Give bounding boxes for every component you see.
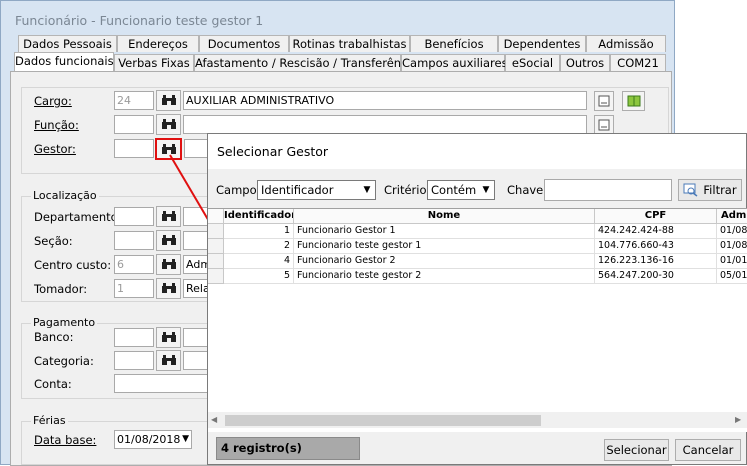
scroll-left-icon[interactable]: ◀ [211, 415, 217, 424]
chave-input[interactable] [544, 179, 672, 201]
selecionar-gestor-dialog: Selecionar Gestor Campo: Identificador ▼… [207, 133, 747, 465]
row-indicator[interactable] [208, 224, 224, 239]
criterio-value: Contém [431, 183, 477, 197]
table-row-admissao[interactable]: 01/08 [717, 239, 747, 254]
table-row-id[interactable]: 1 [224, 224, 294, 239]
chave-label: Chave: [507, 183, 548, 197]
table-row-cpf[interactable]: 564.247.200-30 [595, 269, 717, 284]
table-row-cpf[interactable]: 104.776.660-43 [595, 239, 717, 254]
cancelar-button[interactable]: Cancelar [675, 439, 741, 461]
selecionar-button[interactable]: Selecionar [604, 439, 669, 461]
grid-header-cpf[interactable]: CPF [595, 209, 717, 224]
table-row-nome[interactable]: Funcionario Gestor 2 [294, 254, 595, 269]
filter-icon [683, 183, 698, 197]
status-bar: 4 registro(s) [216, 437, 360, 460]
table-row-nome[interactable]: Funcionario teste gestor 1 [294, 239, 595, 254]
grid-header-indicator [208, 209, 224, 224]
campo-label: Campo: [216, 183, 261, 197]
scroll-right-icon[interactable]: ▶ [735, 415, 741, 424]
chevron-down-icon: ▼ [482, 185, 490, 195]
table-row-nome[interactable]: Funcionario Gestor 1 [294, 224, 595, 239]
table-row-nome[interactable]: Funcionario teste gestor 2 [294, 269, 595, 284]
grid-header-admissao[interactable]: Admi [717, 209, 747, 224]
table-row-id[interactable]: 4 [224, 254, 294, 269]
criterio-label: Critério: [384, 183, 431, 197]
chevron-down-icon: ▼ [363, 185, 371, 195]
dialog-title: Selecionar Gestor [217, 144, 329, 159]
row-indicator[interactable] [208, 239, 224, 254]
table-row-admissao[interactable]: 01/08 [717, 224, 747, 239]
grid-header-identificador[interactable]: Identificador [224, 209, 294, 224]
filtrar-label: Filtrar [703, 183, 737, 197]
criterio-select[interactable]: Contém ▼ [427, 180, 495, 200]
table-row-admissao[interactable]: 05/01 [717, 269, 747, 284]
row-indicator[interactable] [208, 269, 224, 284]
table-row-admissao[interactable]: 01/01 [717, 254, 747, 269]
scrollbar-thumb[interactable] [225, 415, 541, 426]
table-row-id[interactable]: 2 [224, 239, 294, 254]
row-indicator[interactable] [208, 254, 224, 269]
horizontal-scrollbar[interactable]: ◀ ▶ [208, 412, 747, 428]
table-row-id[interactable]: 5 [224, 269, 294, 284]
grid-header-nome[interactable]: Nome [294, 209, 595, 224]
campo-select[interactable]: Identificador ▼ [257, 180, 376, 200]
table-row-cpf[interactable]: 126.223.136-16 [595, 254, 717, 269]
filtrar-button[interactable]: Filtrar [678, 179, 742, 201]
table-row-cpf[interactable]: 424.242.424-88 [595, 224, 717, 239]
campo-value: Identificador [261, 183, 334, 197]
dialog-titlebar: Selecionar Gestor [208, 134, 746, 169]
gestor-grid: Identificador Nome CPF Admi 1 Funcionari… [208, 208, 747, 432]
